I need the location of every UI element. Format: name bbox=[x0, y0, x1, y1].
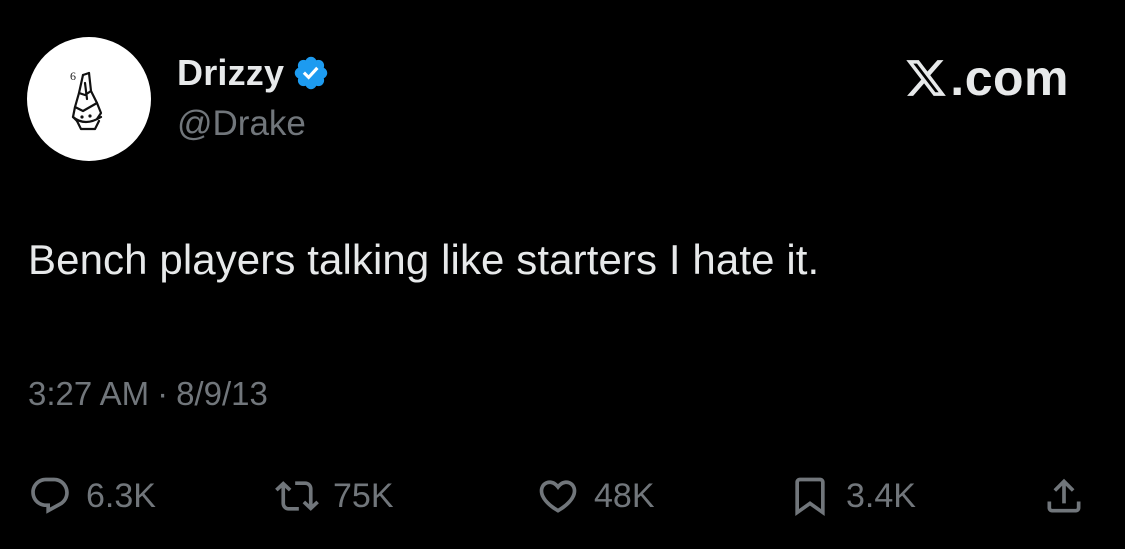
tweet-text: Bench players talking like starters I ha… bbox=[28, 236, 820, 283]
heart-icon bbox=[539, 480, 577, 513]
author-display-name[interactable]: Drizzy bbox=[177, 52, 284, 94]
retweet-count: 75K bbox=[333, 476, 394, 515]
bookmark-icon bbox=[795, 477, 825, 517]
reply-count: 6.3K bbox=[86, 476, 156, 515]
retweet-button[interactable]: 75K bbox=[275, 466, 394, 526]
author-handle[interactable]: @Drake bbox=[177, 104, 306, 144]
x-logo-icon bbox=[906, 60, 947, 96]
x-brand-mark: .com bbox=[904, 50, 1069, 106]
tweet-time: 3:27 AM bbox=[28, 375, 150, 412]
author-name-row[interactable]: Drizzy bbox=[177, 50, 330, 96]
reply-button[interactable]: 6.3K bbox=[28, 466, 156, 526]
like-button[interactable]: 48K bbox=[536, 466, 655, 526]
author-avatar[interactable]: 6 bbox=[27, 37, 151, 161]
share-icon bbox=[1047, 478, 1081, 513]
retweet-icon bbox=[275, 481, 319, 511]
reply-icon bbox=[31, 477, 69, 514]
avatar-badge-text: 6 bbox=[70, 69, 76, 83]
tweet-action-bar: 6.3K 75K 48K 3.4K bbox=[0, 466, 1125, 526]
praying-hands-owl-icon: 6 bbox=[70, 69, 103, 131]
tweet-timestamp[interactable]: 3:27 AM · 8/9/13 bbox=[28, 375, 268, 413]
like-count: 48K bbox=[594, 476, 655, 515]
bookmark-button[interactable]: 3.4K bbox=[788, 466, 916, 526]
tweet-card: 6 Drizzy @Drake .com Bench players talki… bbox=[0, 0, 1125, 549]
share-button[interactable] bbox=[1042, 466, 1086, 526]
brand-domain: .com bbox=[950, 50, 1069, 106]
tweet-date: 8/9/13 bbox=[176, 375, 268, 412]
timestamp-separator: · bbox=[157, 375, 169, 412]
verified-badge-icon bbox=[295, 56, 328, 90]
bookmark-count: 3.4K bbox=[846, 476, 916, 515]
